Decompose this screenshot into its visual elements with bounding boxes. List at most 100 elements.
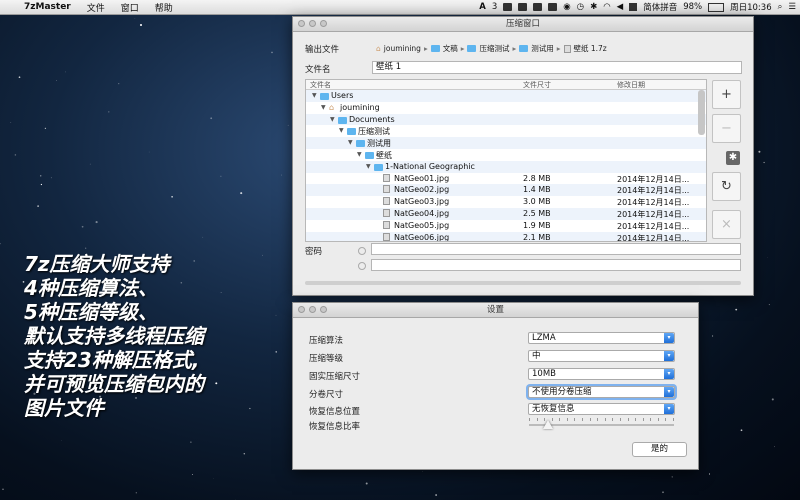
password-input[interactable]	[371, 243, 741, 255]
timer-icon[interactable]: ◷	[577, 2, 584, 12]
folder-icon	[519, 45, 529, 52]
recovery-location-select[interactable]: 无恢复信息 ▾	[528, 403, 675, 415]
filename-label: 文件名	[305, 65, 331, 75]
table-row[interactable]: ▼ 测试用	[306, 137, 706, 149]
adobe-icon[interactable]: A	[479, 2, 486, 12]
column-header-size[interactable]: 文件尺寸	[523, 80, 551, 90]
disclosure-triangle-icon[interactable]: ▼	[339, 127, 344, 134]
settings-window-titlebar[interactable]: 设置	[293, 303, 698, 318]
table-row[interactable]: NatGeo05.jpg 1.9 MB 2014年12月14日...	[306, 220, 706, 232]
output-path-control[interactable]: ⌂ joumining ▸ 文稿 ▸ 压缩测试 ▸ 测试用 ▸ 壁纸 1.7z	[376, 43, 607, 54]
column-header-name[interactable]: 文件名	[310, 80, 331, 90]
slider-knob[interactable]	[543, 420, 553, 429]
row-name: Documents	[349, 114, 395, 124]
filename-input[interactable]: 壁纸 1	[372, 61, 742, 74]
volume-icon[interactable]: ◀	[617, 2, 624, 12]
input-method-icon[interactable]	[629, 3, 638, 11]
table-row[interactable]: ▼ 1-National Geographic	[306, 160, 706, 173]
minimize-window-button[interactable]	[309, 306, 316, 313]
notification-icon[interactable]: ☰	[788, 2, 796, 12]
add-button[interactable]: +	[712, 80, 741, 109]
chevron-right-icon: ▸	[423, 44, 428, 53]
gear-icon[interactable]: ✱	[726, 151, 740, 165]
password-option-radio[interactable]	[358, 247, 366, 255]
algorithm-select[interactable]: LZMA ▾	[528, 332, 675, 344]
ok-button[interactable]: 是的	[632, 442, 687, 457]
zoom-window-button[interactable]	[320, 20, 327, 27]
scrollbar[interactable]	[698, 90, 705, 135]
disclosure-triangle-icon[interactable]: ▼	[330, 116, 335, 123]
menu-help[interactable]: 帮助	[147, 1, 181, 14]
disclosure-triangle-icon[interactable]: ▼	[366, 163, 371, 170]
solid-size-select[interactable]: 10MB ▾	[528, 368, 675, 380]
level-select[interactable]: 中 ▾	[528, 350, 675, 362]
row-size: 3.0 MB	[523, 197, 551, 207]
chevron-down-icon: ▾	[664, 369, 674, 379]
promo-line: 支持23种解压格式,	[24, 348, 200, 372]
spotlight-icon[interactable]: ⌕	[778, 2, 783, 12]
table-row[interactable]: NatGeo06.jpg 2.1 MB 2014年12月14日...	[306, 231, 706, 242]
password-confirm-radio[interactable]	[358, 262, 366, 270]
remove-button[interactable]: −	[712, 114, 741, 143]
path-segment[interactable]: 压缩测试	[479, 43, 509, 54]
row-date: 2014年12月14日...	[617, 233, 690, 242]
folder-icon	[338, 116, 347, 124]
file-tree-table[interactable]: 文件名 文件尺寸 修改日期 ▼ Users ▼ ⌂ joumining ▼ Document…	[305, 79, 707, 242]
battery-icon[interactable]	[708, 2, 725, 12]
recovery-location-label: 恢复信息位置	[309, 407, 361, 417]
path-segment[interactable]: joumining	[384, 44, 421, 53]
clock[interactable]: 周日10:36	[730, 1, 772, 13]
wifi-icon[interactable]: ◠	[603, 2, 610, 12]
refresh-button[interactable]: ↻	[712, 172, 741, 201]
zoom-window-button[interactable]	[320, 306, 327, 313]
tray-icon-2[interactable]	[518, 3, 528, 11]
row-name: NatGeo06.jpg	[394, 232, 450, 242]
path-segment[interactable]: 壁纸 1.7z	[574, 43, 607, 54]
minimize-window-button[interactable]	[309, 20, 316, 27]
password-confirm-input[interactable]	[371, 259, 741, 271]
menu-file[interactable]: 文件	[79, 1, 113, 14]
tray-icon-1[interactable]	[503, 3, 513, 11]
row-size: 1.9 MB	[523, 220, 551, 230]
disclosure-triangle-icon[interactable]: ▼	[321, 104, 326, 111]
disclosure-triangle-icon[interactable]: ▼	[357, 151, 362, 158]
menu-app-name[interactable]: 7zMaster	[16, 2, 79, 12]
disclosure-triangle-icon[interactable]: ▼	[348, 139, 353, 146]
settings-window-title: 设置	[486, 305, 504, 315]
tray-icon-3[interactable]	[533, 3, 543, 11]
input-method-label[interactable]: 简体拼音	[643, 1, 677, 13]
table-row[interactable]: ▼ 壁纸	[306, 149, 706, 161]
path-segment[interactable]: 文稿	[443, 43, 458, 54]
volume-size-select[interactable]: 不使用分卷压缩 ▾	[528, 386, 675, 398]
path-segment[interactable]: 测试用	[531, 43, 554, 54]
rss-icon[interactable]: ◉	[563, 2, 570, 12]
close-window-button[interactable]	[298, 306, 305, 313]
menu-window[interactable]: 窗口	[113, 1, 147, 14]
folder-icon	[374, 163, 383, 171]
table-row[interactable]: NatGeo01.jpg 2.8 MB 2014年12月14日...	[306, 173, 706, 185]
disclosure-triangle-icon[interactable]: ▼	[312, 92, 317, 99]
column-header-date[interactable]: 修改日期	[617, 80, 645, 90]
table-row[interactable]: NatGeo04.jpg 2.5 MB 2014年12月14日...	[306, 207, 706, 220]
row-name: NatGeo04.jpg	[394, 208, 450, 218]
row-name: NatGeo03.jpg	[394, 197, 450, 207]
close-window-button[interactable]	[298, 20, 305, 27]
table-row[interactable]: ▼ ⌂ joumining	[306, 102, 706, 114]
clear-button[interactable]: ×	[712, 210, 741, 239]
table-row[interactable]: NatGeo02.jpg 1.4 MB 2014年12月14日...	[306, 184, 706, 197]
table-row[interactable]: ▼ 压缩测试	[306, 125, 706, 137]
tray-icon-4[interactable]	[548, 3, 558, 11]
row-size: 1.4 MB	[523, 185, 551, 195]
promo-line: 5种压缩等级、	[24, 300, 158, 324]
chevron-down-icon: ▾	[664, 387, 674, 397]
row-name: 1-National Geographic	[385, 161, 475, 171]
table-row[interactable]: NatGeo03.jpg 3.0 MB 2014年12月14日...	[306, 196, 706, 208]
promo-line: 并可预览压缩包内的	[24, 372, 204, 396]
home-icon: ⌂	[376, 44, 381, 53]
table-row[interactable]: ▼ Users	[306, 90, 706, 102]
image-file-icon	[383, 220, 390, 229]
image-file-icon	[383, 208, 390, 217]
bluetooth-icon[interactable]: ✱	[590, 2, 597, 12]
compress-window-titlebar[interactable]: 压缩窗口	[293, 17, 753, 32]
table-row[interactable]: ▼ Documents	[306, 113, 706, 126]
